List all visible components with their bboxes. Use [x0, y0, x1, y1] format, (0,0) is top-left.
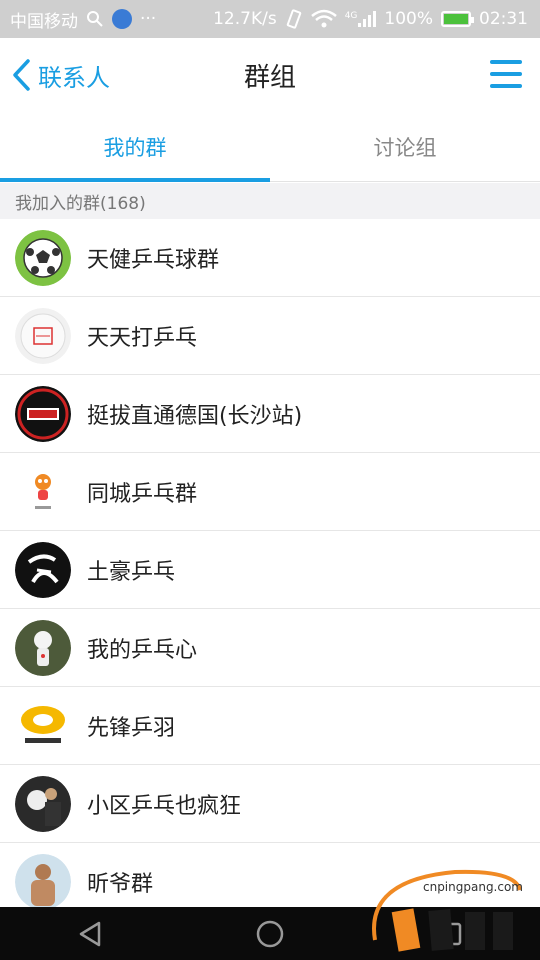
group-name: 天天打乒乓 [87, 325, 198, 351]
cartoon-mascot-avatar [15, 463, 71, 520]
tab-label: 我的群 [103, 135, 167, 160]
section-title: 我加入的群(168) [15, 193, 146, 214]
group-name: 我的乒乓心 [87, 637, 198, 663]
ping-pong-ball-avatar [15, 307, 71, 364]
status-left: 中国移动 ··· [10, 7, 156, 32]
back-triangle-icon[interactable] [60, 907, 120, 960]
home-circle-icon[interactable] [240, 907, 300, 960]
search-icon [87, 11, 103, 27]
section-header: 我加入的群(168) [0, 183, 540, 219]
tab-bar: 我的群 讨论组 [0, 112, 540, 182]
status-bar: 中国移动 ··· 12.7K/s 4G 100% 02:31 [0, 0, 540, 38]
time-label: 02:31 [479, 9, 528, 29]
yellow-logo-avatar [15, 697, 71, 754]
group-name: 同城乒乓群 [87, 481, 198, 507]
more-icon: ··· [140, 9, 157, 29]
list-item[interactable]: 先锋乒羽 [0, 687, 540, 765]
list-item[interactable]: 我的乒乓心 [0, 609, 540, 687]
tibhar-badge-avatar [15, 385, 71, 442]
group-name: 昕爷群 [87, 871, 154, 897]
carrier-label: 中国移动 [10, 11, 78, 32]
group-name: 天健乒乓球群 [87, 247, 220, 273]
list-item[interactable]: 同城乒乓群 [0, 453, 540, 531]
group-name: 挺拔直通德国(长沙站) [87, 403, 303, 429]
group-name: 土豪乒乓 [87, 559, 176, 585]
vibrate-icon [286, 9, 301, 29]
tab-discussion-groups[interactable]: 讨论组 [270, 112, 540, 181]
soccer-ball-avatar [15, 229, 71, 286]
wifi-icon [310, 9, 337, 28]
person-photo-avatar [15, 853, 71, 907]
signal-icon [358, 11, 377, 27]
tab-my-groups[interactable]: 我的群 [0, 112, 270, 182]
battery-icon [441, 11, 474, 27]
menu-icon[interactable] [490, 60, 522, 88]
tab-label: 讨论组 [373, 135, 437, 160]
group-name: 先锋乒羽 [87, 715, 176, 741]
list-item[interactable]: 挺拔直通德国(长沙站) [0, 375, 540, 453]
list-item[interactable]: 天天打乒乓 [0, 297, 540, 375]
network-label: 4G [344, 11, 358, 21]
group-name: 小区乒乓也疯狂 [87, 793, 242, 819]
list-item[interactable]: 小区乒乓也疯狂 [0, 765, 540, 843]
player-photo-avatar [15, 775, 71, 832]
app-icon [112, 9, 132, 29]
status-right: 12.7K/s 4G 100% 02:31 [213, 9, 528, 29]
calligraphy-avatar [15, 541, 71, 598]
battery-fill [444, 14, 468, 24]
group-list: 天健乒乓球群 天天打乒乓 挺拔直通德国(长沙站) 同城乒乓群 土豪乒乓 我的乒乓… [0, 219, 540, 907]
page-title: 群组 [243, 63, 296, 93]
watermark-url: cnpingpang.com [422, 880, 523, 894]
figure-photo-avatar [15, 619, 71, 676]
speed-label: 12.7K/s [213, 9, 277, 29]
list-item[interactable]: 土豪乒乓 [0, 531, 540, 609]
list-item[interactable]: 天健乒乓球群 [0, 219, 540, 297]
battery-label: 100% [384, 9, 433, 29]
title-bar: 联系人 群组 [0, 38, 540, 112]
watermark-logo: cnpingpang.com [355, 860, 535, 960]
